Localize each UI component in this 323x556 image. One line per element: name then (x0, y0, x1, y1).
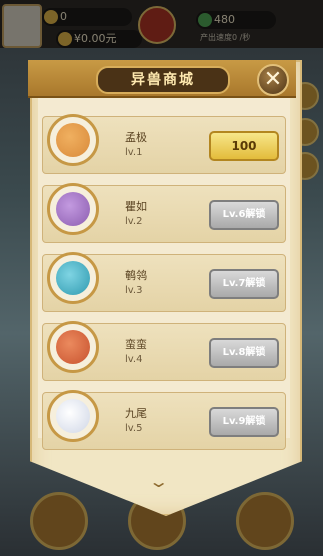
list-item: 蛮蛮 lv.4 Lv.8解锁 (42, 321, 286, 381)
gold-counter: 0 (42, 8, 132, 26)
list-item: 鹌鸰 lv.3 Lv.7解锁 (42, 252, 286, 312)
beast-level: lv.2 (125, 216, 143, 227)
beast-portrait (47, 183, 99, 235)
beast-portrait (47, 252, 99, 304)
green-value: 480 (214, 13, 235, 26)
gold-coin-icon (44, 10, 58, 24)
beast-portrait (47, 114, 99, 166)
beast-list: 孟极 lv.1 100 瞿如 lv.2 Lv.6解锁 鹌鸰 lv.3 Lv.7解… (42, 114, 286, 461)
beast-level: lv.5 (125, 423, 143, 434)
list-item: 孟极 lv.1 100 (42, 114, 286, 174)
beast-icon (56, 123, 90, 157)
beast-icon (56, 399, 90, 433)
beast-level: lv.1 (125, 147, 143, 158)
jade-icon (198, 13, 212, 27)
bottom-button-left[interactable] (30, 492, 88, 550)
locked-button[interactable]: Lv.6解锁 (209, 200, 279, 230)
green-counter: 480 (196, 11, 276, 29)
beast-portrait (47, 390, 99, 442)
production-rate: 产出速度0 /秒 (200, 33, 251, 42)
beast-name: 九尾 (125, 407, 147, 420)
beast-portrait (47, 321, 99, 373)
beast-icon (56, 330, 90, 364)
bottom-button-right[interactable] (236, 492, 294, 550)
beast-icon (56, 261, 90, 295)
avatar[interactable] (2, 4, 42, 48)
beast-level: lv.4 (125, 354, 143, 365)
cash-icon (58, 32, 72, 46)
beast-name: 孟极 (125, 131, 147, 144)
center-badge[interactable] (138, 6, 176, 44)
buy-button[interactable]: 100 (209, 131, 279, 161)
gold-value: 0 (60, 10, 67, 23)
locked-button[interactable]: Lv.7解锁 (209, 269, 279, 299)
top-bar: 0 ¥0.00元 480 产出速度0 /秒 (0, 0, 323, 48)
chevron-down-icon[interactable]: ⌄ (148, 472, 169, 491)
beast-name: 蛮蛮 (125, 338, 147, 351)
locked-button[interactable]: Lv.9解锁 (209, 407, 279, 437)
locked-button[interactable]: Lv.8解锁 (209, 338, 279, 368)
list-item: 瞿如 lv.2 Lv.6解锁 (42, 183, 286, 243)
beast-level: lv.3 (125, 285, 143, 296)
beast-icon (56, 192, 90, 226)
dialog-title: 异兽商城 (96, 66, 230, 94)
close-icon[interactable]: ✕ (257, 64, 289, 96)
beast-name: 鹌鸰 (125, 269, 147, 282)
cash-counter: ¥0.00元 (56, 30, 142, 48)
list-item: 九尾 lv.5 Lv.9解锁 (42, 390, 286, 450)
cash-value: ¥0.00元 (74, 32, 117, 45)
beast-name: 瞿如 (125, 200, 147, 213)
